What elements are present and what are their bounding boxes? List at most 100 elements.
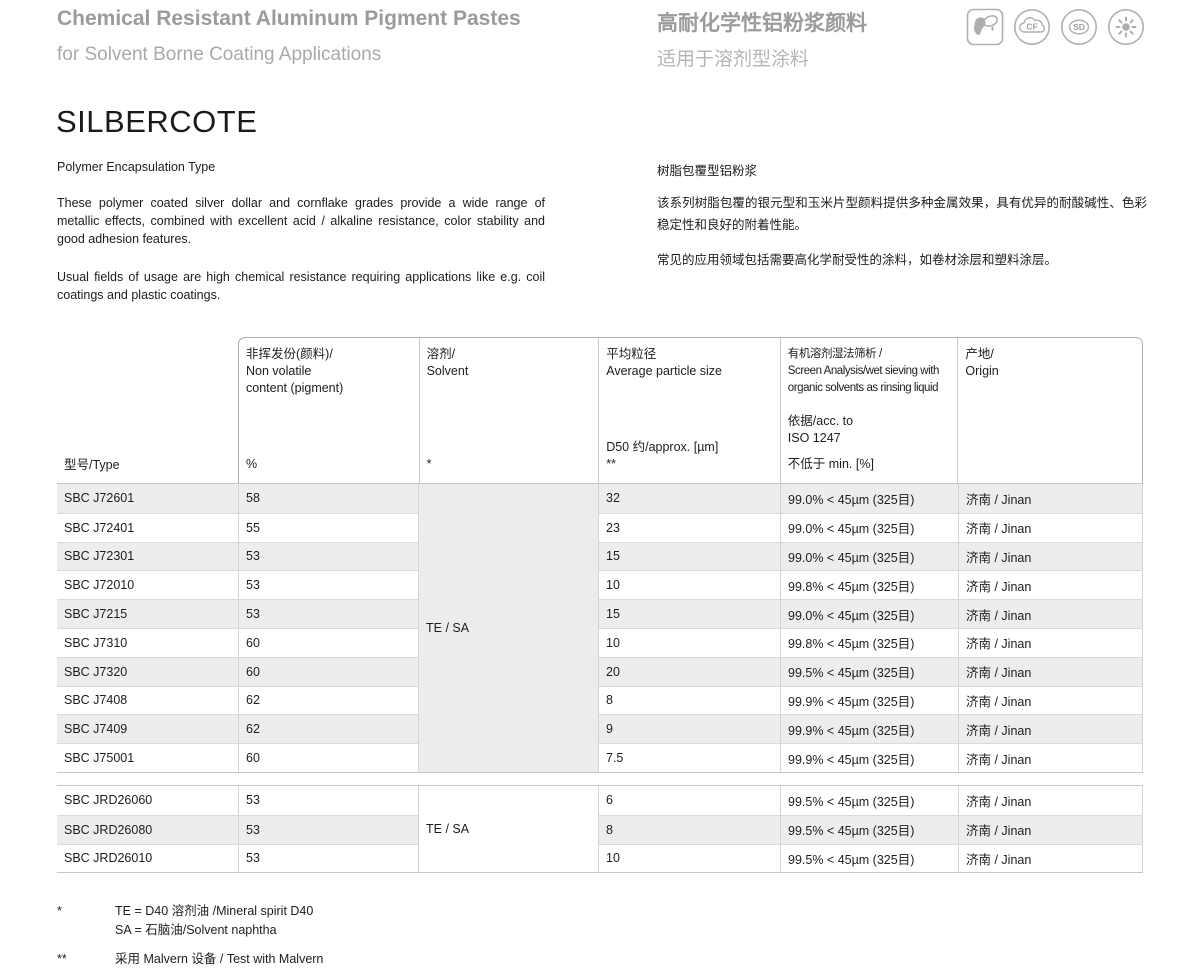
product-type-en: Polymer Encapsulation Type [57,160,215,174]
nv-cell: 60 [239,743,418,772]
column-solvent: TE / SA [418,786,598,872]
d50-cell: 8 [599,686,780,715]
screen-cell: 99.9% < 45µm (325目) [781,743,958,772]
nv-cell: 53 [239,815,418,844]
origin-cell: 济南 / Jinan [959,815,1142,844]
d50-cell: 10 [599,628,780,657]
origin-cell: 济南 / Jinan [959,542,1142,571]
d50-cell: 8 [599,815,780,844]
header-type: 型号/Type [57,337,238,483]
origin-cell: 济南 / Jinan [959,628,1142,657]
d50-cell: 23 [599,513,780,542]
type-cell: SBC JRD26010 [57,844,238,873]
page-subtitle-en: for Solvent Borne Coating Applications [57,44,381,66]
header-origin-title: 产地/ Origin [965,346,1135,380]
column-type: SBC JRD26060 SBC JRD26080 SBC JRD26010 [57,786,238,872]
origin-cell: 济南 / Jinan [959,513,1142,542]
solvent-merged-cell: TE / SA [419,484,598,772]
header-icon-strip: CF SD [966,8,1145,46]
type-cell: SBC J7310 [57,628,238,657]
header-screen-title: 有机溶剂湿法筛析 / Screen Analysis/wet sieving w… [788,346,951,397]
nv-cell: 53 [239,570,418,599]
nv-cell: 60 [239,657,418,686]
sun-brightness-icon [1107,8,1145,46]
type-cell: SBC JRD26060 [57,786,238,815]
column-origin: 济南 / Jinan 济南 / Jinan 济南 / Jinan [958,786,1142,872]
silver-dollar-badge-icon: SD [1060,8,1098,46]
header-nonvolatile: 非挥发份(颜料)/ Non volatile content (pigment)… [239,338,419,483]
footnote-1-symbol: * [57,902,62,921]
type-cell: SBC J72601 [57,484,238,513]
column-screen-analysis: 99.5% < 45µm (325目) 99.5% < 45µm (325目) … [780,786,958,872]
d50-cell: 6 [599,786,780,815]
origin-cell: 济南 / Jinan [959,570,1142,599]
table-group-1: SBC J72601 SBC J72401 SBC J72301 SBC J72… [57,483,1143,773]
type-cell: SBC J72401 [57,513,238,542]
screen-cell: 99.0% < 45µm (325目) [781,513,958,542]
column-nonvolatile: 53 53 53 [238,786,418,872]
type-cell: SBC J7215 [57,599,238,628]
description-en-1: These polymer coated silver dollar and c… [57,194,545,248]
type-cell: SBC J7408 [57,686,238,715]
screen-cell: 99.0% < 45µm (325目) [781,599,958,628]
screen-cell: 99.9% < 45µm (325目) [781,714,958,743]
d50-cell: 32 [599,484,780,513]
product-title: SILBERCOTE [56,104,257,140]
header-solvent-unit: * [427,456,592,473]
solvent-merged-cell: TE / SA [419,786,598,872]
nv-cell: 58 [239,484,418,513]
screen-cell: 99.9% < 45µm (325目) [781,686,958,715]
screen-cell: 99.5% < 45µm (325目) [781,786,958,815]
origin-cell: 济南 / Jinan [959,686,1142,715]
type-cell: SBC J7320 [57,657,238,686]
nv-cell: 62 [239,714,418,743]
origin-cell: 济南 / Jinan [959,714,1142,743]
header-type-label: 型号/Type [64,454,231,473]
nv-cell: 53 [239,844,418,873]
screen-cell: 99.0% < 45µm (325目) [781,484,958,513]
sd-badge-label: SD [1073,22,1085,32]
product-table: 型号/Type 非挥发份(颜料)/ Non volatile content (… [57,337,1143,873]
d50-cell: 15 [599,542,780,571]
header-solvent: 溶剂/ Solvent * [419,338,599,483]
type-cell: SBC JRD26080 [57,815,238,844]
footnote-1-text: TE = D40 溶剂油 /Mineral spirit D40 SA = 石脑… [115,902,313,939]
nv-cell: 62 [239,686,418,715]
header-particle-unit: D50 约/approx. [µm] ** [606,439,773,473]
page-title-zh: 高耐化学性铝粉浆颜料 [657,7,867,37]
header-particle-size: 平均粒径 Average particle size D50 约/approx.… [598,338,780,483]
column-screen-analysis: 99.0% < 45µm (325目) 99.0% < 45µm (325目) … [780,484,958,772]
d50-cell: 15 [599,599,780,628]
column-nonvolatile: 58 55 53 53 53 60 60 62 62 60 [238,484,418,772]
origin-cell: 济南 / Jinan [959,599,1142,628]
cornflake-badge-icon: CF [1013,8,1051,46]
column-particle-size: 6 8 10 [598,786,780,872]
header-origin: 产地/ Origin [957,338,1142,483]
page-subtitle-zh: 适用于溶剂型涂料 [657,44,809,71]
screen-cell: 99.0% < 45µm (325目) [781,542,958,571]
d50-cell: 10 [599,570,780,599]
cf-badge-label: CF [1026,22,1037,32]
header-particle-title: 平均粒径 Average particle size [606,346,773,380]
header-screen-unit: 不低于 min. [%] [788,456,951,473]
product-type-zh: 树脂包覆型铝粉浆 [657,160,757,179]
origin-cell: 济南 / Jinan [959,657,1142,686]
table-group-2: SBC JRD26060 SBC JRD26080 SBC JRD26010 5… [57,785,1143,873]
screen-cell: 99.5% < 45µm (325目) [781,657,958,686]
table-header: 型号/Type 非挥发份(颜料)/ Non volatile content (… [57,337,1143,483]
nv-cell: 53 [239,542,418,571]
footnote-2-symbol: ** [57,950,67,969]
column-solvent: TE / SA [418,484,598,772]
header-nonvolatile-title: 非挥发份(颜料)/ Non volatile content (pigment) [246,346,412,397]
screen-cell: 99.5% < 45µm (325目) [781,844,958,873]
type-cell: SBC J75001 [57,743,238,772]
datasheet-page: Chemical Resistant Aluminum Pigment Past… [0,0,1200,976]
header-solvent-title: 溶剂/ Solvent [427,346,592,380]
screen-cell: 99.5% < 45µm (325目) [781,815,958,844]
table-header-box: 非挥发份(颜料)/ Non volatile content (pigment)… [238,337,1143,483]
d50-cell: 10 [599,844,780,873]
nv-cell: 53 [239,786,418,815]
description-zh-1: 该系列树脂包覆的银元型和玉米片型颜料提供多种金属效果，具有优异的耐酸碱性、色彩稳… [657,192,1147,236]
header-screen-acc: 依据/acc. to ISO 1247 [788,413,951,447]
d50-cell: 20 [599,657,780,686]
